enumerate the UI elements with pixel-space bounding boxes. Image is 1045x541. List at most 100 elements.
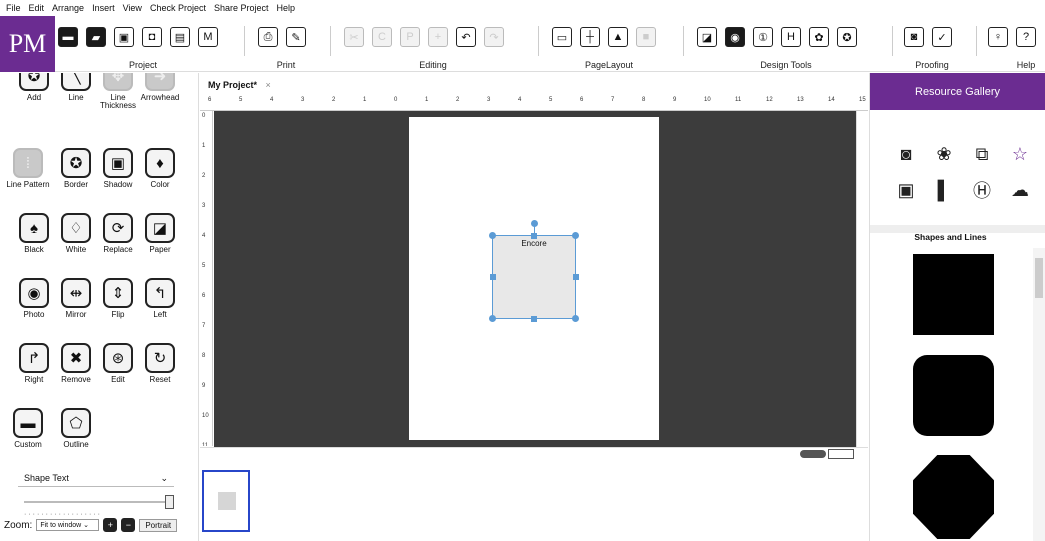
menu-share-project[interactable]: Share Project [214,3,269,13]
menu-file[interactable]: File [6,3,21,13]
background-icon[interactable]: ■ [636,27,656,47]
menu-arrange[interactable]: Arrange [52,3,84,13]
export-icon[interactable]: ▤ [170,27,190,47]
cloud-icon[interactable]: ☁ [1008,179,1032,201]
selected-shape[interactable]: Encore [489,220,579,322]
shape-rounded-square[interactable] [913,355,994,436]
headline-icon[interactable]: H [781,27,801,47]
orientation-button[interactable]: Portrait [139,518,178,532]
tool-mirror[interactable]: ⇹ Mirror [52,278,100,319]
preview-icon[interactable]: ◙ [904,27,924,47]
resize-handle[interactable] [489,315,496,322]
tool-line-pattern[interactable]: ⁞ Line Pattern [4,148,52,189]
zoom-in-button[interactable]: + [103,518,118,532]
tool-replace[interactable]: ⟳ Replace [94,213,142,254]
redo-icon[interactable]: ↷ [484,27,504,47]
zoom-select[interactable]: Fit to window ⌄ [36,519,100,531]
tips-icon[interactable]: ♀ [988,27,1008,47]
page-setup-icon[interactable]: ▭ [552,27,572,47]
save-icon[interactable]: ▣ [114,27,134,47]
menu-edit[interactable]: Edit [29,3,45,13]
tool-left[interactable]: ↰ Left [136,278,184,319]
star-icon[interactable]: ☆ [1008,143,1032,165]
tool-flip[interactable]: ⇕ Flip [94,278,142,319]
camera-icon[interactable]: ◉ [725,27,745,47]
menu-view[interactable]: View [123,3,142,13]
lotus-icon[interactable]: ❀ [932,143,956,165]
page[interactable]: Encore [409,117,659,440]
photo-frame-icon[interactable]: ◙ [894,143,918,165]
size-slider[interactable]: ·················· [24,495,174,518]
tool-photo[interactable]: ◉ Photo [10,278,58,319]
rotation-handle[interactable] [531,220,538,227]
flower-icon[interactable]: ✿ [809,27,829,47]
close-icon[interactable]: × [266,80,271,90]
tool-line-thickness[interactable]: ✥ Line Thickness [94,73,142,111]
tool-shadow[interactable]: ▣ Shadow [94,148,142,189]
tool-arrowhead[interactable]: ➜ Arrowhead [136,73,184,102]
resize-handle[interactable] [531,316,537,322]
star-icon[interactable]: ✪ [837,27,857,47]
paste-icon[interactable]: P [400,27,420,47]
tool-border[interactable]: ✪ Border [52,148,100,189]
grid-icon[interactable]: ┼ [580,27,600,47]
ruler-tick: 6 [202,293,206,299]
undo-icon[interactable]: ↶ [456,27,476,47]
open-icon[interactable]: ▰ [86,27,106,47]
ruler-tick: 2 [456,97,460,103]
help-icon[interactable]: ? [1016,27,1036,47]
tool-add[interactable]: ✪ Add [10,73,58,102]
resize-handle[interactable] [573,274,579,280]
spellcheck-icon[interactable]: ✓ [932,27,952,47]
tool-white[interactable]: ♢ White [52,213,100,254]
align-icon[interactable]: ▲ [608,27,628,47]
new-icon[interactable]: ▬ [58,27,78,47]
scrollbar-thumb[interactable] [1035,258,1043,298]
slider-knob[interactable] [165,495,174,509]
menu-check-project[interactable]: Check Project [150,3,206,13]
tool-line[interactable]: ╲ Line [52,73,100,102]
shape-text-dropdown[interactable]: Shape Text ⌄ [18,471,174,487]
clipart-icon[interactable]: ① [753,27,773,47]
menu-insert[interactable]: Insert [92,3,115,13]
tool-outline[interactable]: ⬠ Outline [52,408,100,449]
layout-icon[interactable]: ▣ [894,179,918,201]
tool-right[interactable]: ↱ Right [10,343,58,384]
view-box[interactable] [828,449,854,459]
template-icon[interactable]: M [198,27,218,47]
columns-icon[interactable]: ▌ [932,179,956,201]
tool-edit[interactable]: ⊛ Edit [94,343,142,384]
tab-my-project[interactable]: My Project* × [204,78,275,94]
print-preview-icon[interactable]: ✎ [286,27,306,47]
save-as-icon[interactable]: ◘ [142,27,162,47]
print-icon[interactable]: ⎙ [258,27,278,47]
canvas-vertical-scrollbar[interactable] [856,111,868,447]
shapes-icon[interactable]: ⧉ [970,143,994,165]
image-icon[interactable]: ◪ [697,27,717,47]
resize-handle[interactable] [572,315,579,322]
page-thumbnail[interactable] [202,470,250,532]
tool-remove[interactable]: ✖ Remove [52,343,100,384]
canvas-horizontal-scrollbar[interactable] [200,447,868,459]
design-canvas[interactable]: Encore [214,111,856,447]
tool-black[interactable]: ♠ Black [10,213,58,254]
zoom-out-button[interactable]: − [121,518,136,532]
tool-reset[interactable]: ↻ Reset [136,343,184,384]
resize-handle[interactable] [531,233,537,239]
cut-icon[interactable]: ✂ [344,27,364,47]
resize-handle[interactable] [572,232,579,239]
headline-icon[interactable]: Ⓗ [970,179,994,201]
tool-custom[interactable]: ▬ Custom [4,408,52,449]
duplicate-icon[interactable]: + [428,27,448,47]
shape-square[interactable] [913,254,994,335]
resize-handle[interactable] [490,274,496,280]
shape-octagon[interactable] [913,455,994,539]
copy-icon[interactable]: C [372,27,392,47]
gallery-scrollbar[interactable] [1033,248,1045,541]
menu-help[interactable]: Help [277,3,296,13]
resize-handle[interactable] [489,232,496,239]
horizontal-ruler: 6 5 4 3 2 1 0 1 2 3 4 5 6 7 8 9 10 11 12 13 14 15 [200,95,868,111]
tool-paper[interactable]: ◪ Paper [136,213,184,254]
tool-color[interactable]: ♦ Color [136,148,184,189]
view-toggle[interactable] [800,450,826,458]
